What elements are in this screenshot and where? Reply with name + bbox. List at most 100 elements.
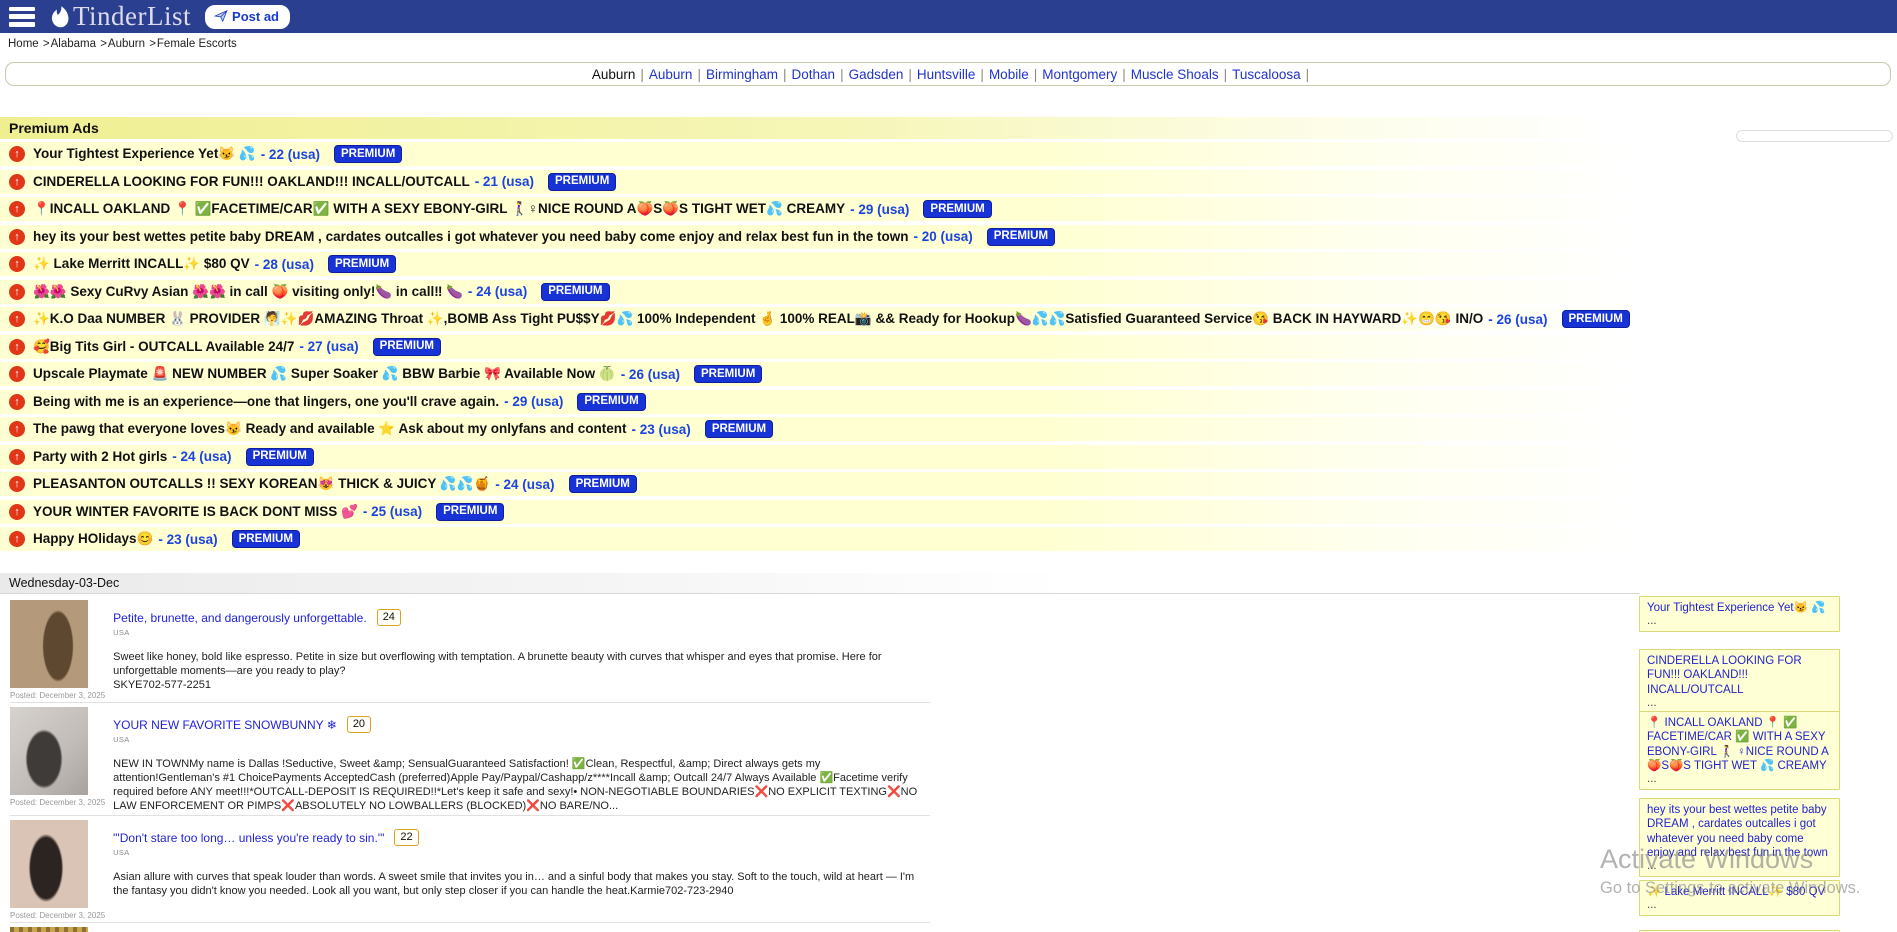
listing-body: YOUR NEW FAVORITE SNOWBUNNY ❄20USANEW IN… bbox=[105, 707, 930, 813]
premium-ad-age: - 23 (usa) bbox=[632, 422, 691, 437]
bump-up-icon: ↑ bbox=[9, 174, 25, 190]
bump-up-icon: ↑ bbox=[9, 394, 25, 410]
premium-ad-row[interactable]: ↑ Being with me is an experience—one that… bbox=[0, 390, 1897, 414]
bump-up-icon: ↑ bbox=[9, 449, 25, 465]
sidebar-ad-box[interactable]: 📍 INCALL OAKLAND 📍 ✅ FACETIME/CAR ✅ WITH… bbox=[1639, 711, 1840, 790]
premium-badge: PREMIUM bbox=[548, 173, 616, 191]
city-link[interactable]: Gadsden bbox=[849, 67, 904, 82]
separator: | bbox=[1034, 67, 1038, 82]
sidebar-ad-box[interactable]: hey its your best wettes petite baby DRE… bbox=[1639, 798, 1840, 877]
premium-badge: PREMIUM bbox=[923, 200, 991, 218]
premium-badge: PREMIUM bbox=[436, 503, 504, 521]
site-logo[interactable]: TinderList bbox=[49, 3, 191, 30]
city-link[interactable]: Muscle Shoals bbox=[1131, 67, 1219, 82]
breadcrumb-item[interactable]: Alabama bbox=[51, 38, 100, 50]
premium-ad-row[interactable]: ↑✨K.O Daa NUMBER 🐰 PROVIDER 🧖✨💋AMAZING T… bbox=[0, 307, 1897, 331]
top-bar: TinderList Post ad bbox=[0, 0, 1897, 33]
sidebar-ad-box[interactable]: ✨ Lake Merritt INCALL✨ $80 QV... bbox=[1639, 880, 1840, 916]
city-link[interactable]: Tuscaloosa bbox=[1232, 67, 1301, 82]
premium-ads-list: ↑ Your Tightest Experience Yet😼 💦 - 22 (us… bbox=[0, 142, 1897, 551]
listing-item: Posted: December 3, 2025YOUR NEW FAVORIT… bbox=[10, 703, 930, 816]
premium-ad-row[interactable]: ↑YOUR WINTER FAVORITE IS BACK DONT MISS … bbox=[0, 500, 1897, 524]
separator: | bbox=[640, 67, 644, 82]
city-link[interactable]: Huntsville bbox=[917, 67, 976, 82]
city-link[interactable]: Mobile bbox=[989, 67, 1029, 82]
premium-ad-row[interactable]: ↑ CINDERELLA LOOKING FOR FUN!!! OAKLAND!!… bbox=[0, 170, 1897, 194]
city-link[interactable]: Auburn bbox=[649, 67, 693, 82]
breadcrumb-item[interactable]: Home bbox=[8, 38, 42, 50]
premium-ad-age: - 29 (usa) bbox=[504, 394, 563, 409]
premium-ad-row[interactable]: ↑PLEASANTON OUTCALLS !! SEXY KOREAN😻 THI… bbox=[0, 472, 1897, 496]
premium-ad-title[interactable]: hey its your best wettes petite baby DRE… bbox=[33, 229, 908, 244]
premium-ad-title[interactable]: 📍INCALL OAKLAND 📍 ✅FACETIME/CAR✅ WITH A … bbox=[33, 201, 845, 217]
breadcrumb-item[interactable]: Female Escorts bbox=[157, 38, 237, 50]
premium-ad-age: - 26 (usa) bbox=[1488, 312, 1547, 327]
separator: | bbox=[783, 67, 787, 82]
paper-plane-icon bbox=[214, 9, 228, 23]
premium-ad-age: - 28 (usa) bbox=[255, 257, 314, 272]
sidebar-ad-link[interactable]: hey its your best wettes petite baby DRE… bbox=[1647, 803, 1832, 860]
premium-ad-title[interactable]: 🥰Big Tits Girl - OUTCALL Available 24/7 bbox=[33, 339, 294, 355]
premium-ad-title[interactable]: The pawg that everyone loves😼 Ready and … bbox=[33, 421, 627, 437]
premium-badge: PREMIUM bbox=[373, 338, 441, 356]
separator: | bbox=[1122, 67, 1126, 82]
breadcrumb-separator: > bbox=[149, 38, 156, 50]
post-ad-button[interactable]: Post ad bbox=[205, 5, 290, 29]
premium-ad-row[interactable]: ↑Party with 2 Hot girls- 24 (usa)PREMIUM bbox=[0, 445, 1897, 469]
sidebar-ad-box[interactable]: CINDERELLA LOOKING FOR FUN!!! OAKLAND!!!… bbox=[1639, 649, 1840, 713]
premium-ad-row[interactable]: ↑📍INCALL OAKLAND 📍 ✅FACETIME/CAR✅ WITH A… bbox=[0, 197, 1897, 221]
premium-ad-row[interactable]: ↑🌺🌺 Sexy CuRvy Asian 🌺🌺 in call 🍑 visiti… bbox=[0, 280, 1897, 304]
premium-ad-title[interactable]: Your Tightest Experience Yet😼 💦 bbox=[33, 146, 256, 162]
listing-media: Posted: December 3, 2025 bbox=[10, 707, 105, 813]
bump-up-icon: ↑ bbox=[9, 146, 25, 162]
city-link[interactable]: Montgomery bbox=[1042, 67, 1117, 82]
listing-item: A lady for all occasions38USA bbox=[10, 923, 930, 932]
sidebar-ad-ellipsis: ... bbox=[1647, 615, 1832, 628]
age-badge: 24 bbox=[377, 609, 401, 626]
sidebar-ad-link[interactable]: CINDERELLA LOOKING FOR FUN!!! OAKLAND!!!… bbox=[1647, 654, 1832, 697]
listing-thumbnail[interactable] bbox=[10, 707, 88, 795]
premium-ad-title[interactable]: Being with me is an experience—one that … bbox=[33, 394, 499, 409]
premium-ad-title[interactable]: ✨K.O Daa NUMBER 🐰 PROVIDER 🧖✨💋AMAZING Th… bbox=[33, 311, 1483, 327]
listing-title-link[interactable]: YOUR NEW FAVORITE SNOWBUNNY ❄ bbox=[113, 718, 337, 732]
premium-ad-row[interactable]: ↑Happy HOlidays😊- 23 (usa)PREMIUM bbox=[0, 527, 1897, 551]
premium-ad-title[interactable]: Upscale Playmate 🚨 NEW NUMBER 💦 Super So… bbox=[33, 366, 616, 382]
flame-icon bbox=[49, 5, 71, 29]
sidebar-ad-box[interactable]: Your Tightest Experience Yet😼 💦... bbox=[1639, 596, 1840, 632]
premium-ad-title[interactable]: CINDERELLA LOOKING FOR FUN!!! OAKLAND!!!… bbox=[33, 174, 470, 189]
listing-thumbnail[interactable] bbox=[10, 820, 88, 908]
premium-ad-row[interactable]: ↑The pawg that everyone loves😼 Ready and… bbox=[0, 417, 1897, 441]
premium-ad-row[interactable]: ↑✨ Lake Merritt INCALL✨ $80 QV- 28 (usa)… bbox=[0, 252, 1897, 276]
premium-ad-title[interactable]: ✨ Lake Merritt INCALL✨ $80 QV bbox=[33, 256, 250, 272]
breadcrumb-item[interactable]: Auburn bbox=[108, 38, 148, 50]
listing-thumbnail[interactable] bbox=[10, 927, 88, 932]
premium-ad-title[interactable]: YOUR WINTER FAVORITE IS BACK DONT MISS 💕 bbox=[33, 504, 358, 520]
premium-ad-row[interactable]: ↑Upscale Playmate 🚨 NEW NUMBER 💦 Super S… bbox=[0, 362, 1897, 386]
premium-ad-age: - 29 (usa) bbox=[850, 202, 909, 217]
sidebar-ad-ellipsis: ... bbox=[1647, 860, 1832, 873]
city-link[interactable]: Birmingham bbox=[706, 67, 778, 82]
listing-title-link[interactable]: "'Don't stare too long… unless you're re… bbox=[113, 831, 384, 845]
sidebar-ad-ellipsis: ... bbox=[1647, 899, 1832, 912]
bump-up-icon: ↑ bbox=[9, 339, 25, 355]
premium-ad-title[interactable]: 🌺🌺 Sexy CuRvy Asian 🌺🌺 in call 🍑 visitin… bbox=[33, 284, 463, 300]
posted-date: Posted: December 3, 2025 bbox=[10, 798, 105, 807]
premium-ad-age: - 22 (usa) bbox=[261, 147, 320, 162]
menu-icon[interactable] bbox=[9, 7, 35, 27]
premium-ad-title[interactable]: PLEASANTON OUTCALLS !! SEXY KOREAN😻 THIC… bbox=[33, 476, 490, 492]
premium-ad-row[interactable]: ↑ 🥰Big Tits Girl - OUTCALL Available 24/7… bbox=[0, 335, 1897, 359]
listing-thumbnail[interactable] bbox=[10, 600, 88, 688]
listing-media: Posted: December 3, 2025 bbox=[10, 600, 105, 700]
breadcrumb: Home >Alabama >Auburn >Female Escorts bbox=[8, 38, 237, 50]
sidebar-ad-link[interactable]: 📍 INCALL OAKLAND 📍 ✅ FACETIME/CAR ✅ WITH… bbox=[1647, 716, 1832, 773]
city-link[interactable]: Dothan bbox=[792, 67, 836, 82]
premium-ad-row[interactable]: ↑ Your Tightest Experience Yet😼 💦 - 22 (us… bbox=[0, 142, 1897, 166]
listing-title-row: YOUR NEW FAVORITE SNOWBUNNY ❄20 bbox=[113, 716, 930, 733]
premium-ad-title[interactable]: Happy HOlidays😊 bbox=[33, 531, 153, 547]
sidebar-ad-link[interactable]: Your Tightest Experience Yet😼 💦 bbox=[1647, 601, 1832, 615]
premium-ad-age: - 23 (usa) bbox=[158, 532, 217, 547]
listing-title-link[interactable]: Petite, brunette, and dangerously unforg… bbox=[113, 611, 367, 625]
sidebar-ad-link[interactable]: ✨ Lake Merritt INCALL✨ $80 QV bbox=[1647, 885, 1832, 899]
premium-ad-row[interactable]: ↑hey its your best wettes petite baby DR… bbox=[0, 225, 1897, 249]
premium-ad-title[interactable]: Party with 2 Hot girls bbox=[33, 449, 167, 464]
